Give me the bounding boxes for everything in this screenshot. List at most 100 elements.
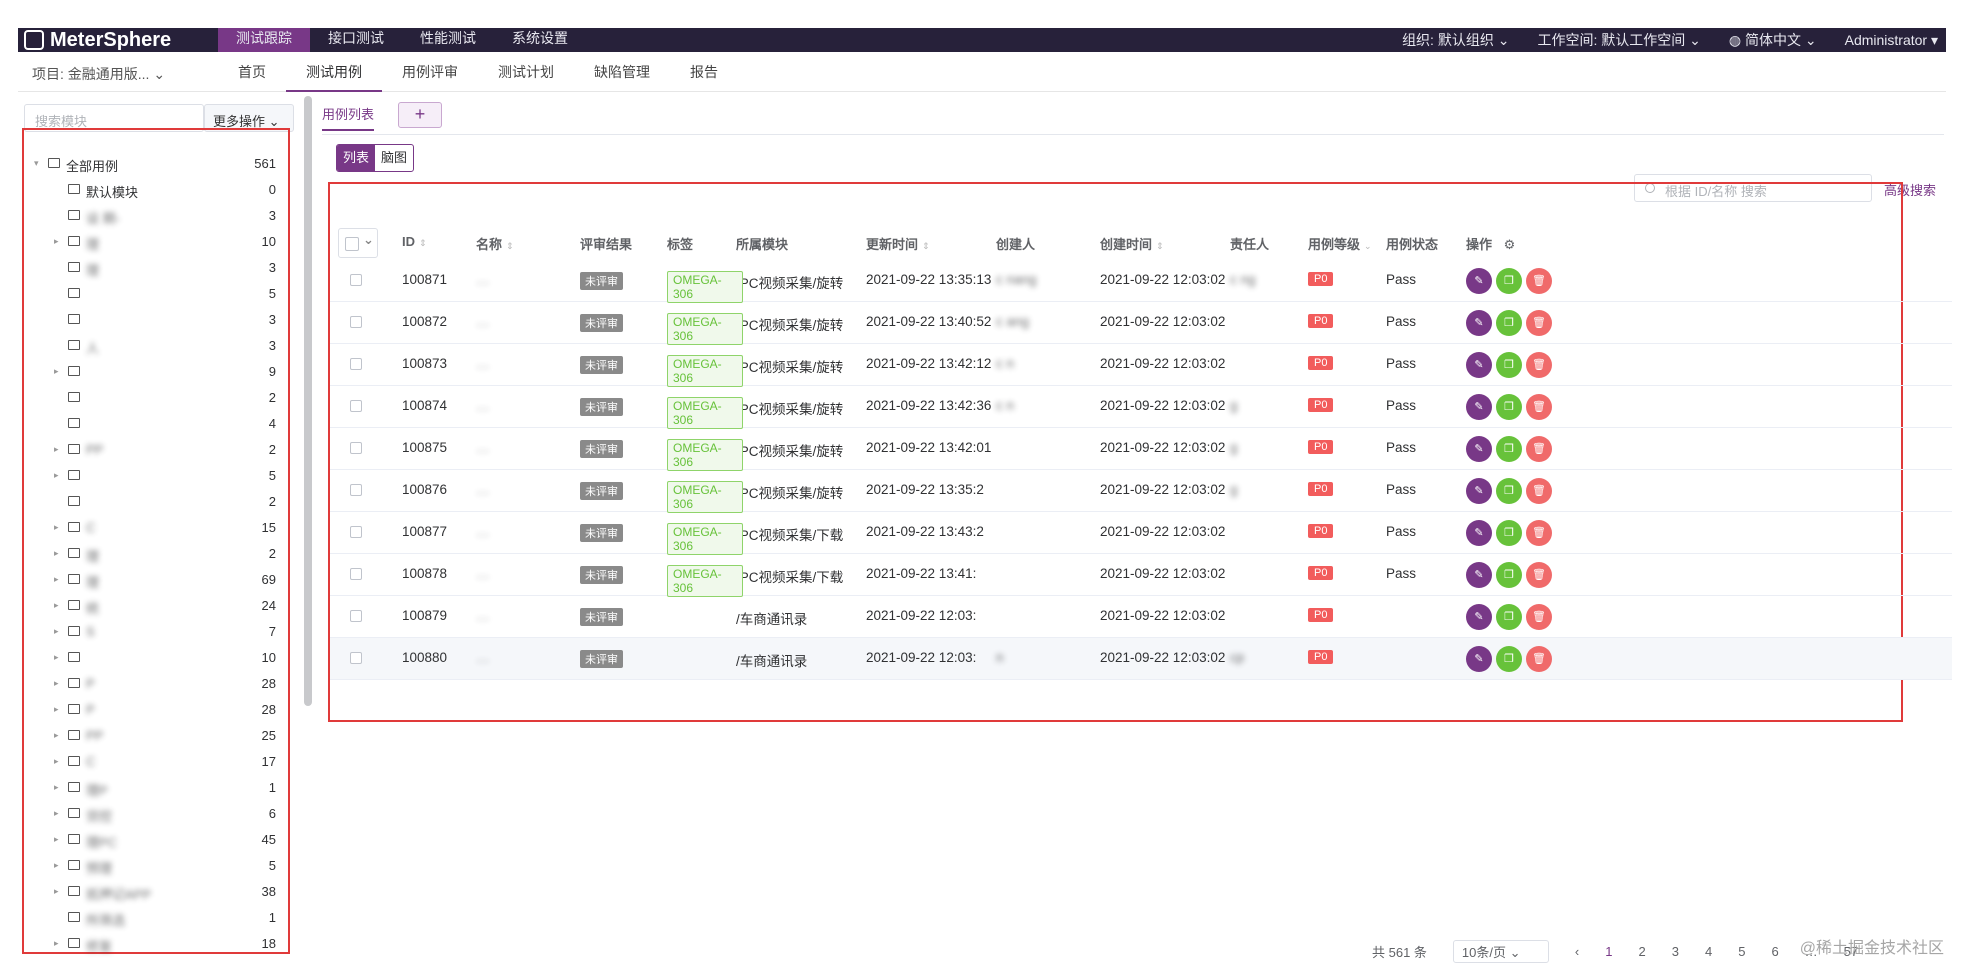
add-tab-button[interactable]: +	[398, 102, 442, 128]
view-mindmap-button[interactable]: 脑图	[375, 145, 413, 171]
row-checkbox[interactable]	[350, 316, 362, 328]
delete-icon[interactable]: 🗑	[1526, 394, 1552, 420]
tree-node[interactable]: ▸ P 28	[24, 672, 288, 698]
delete-icon[interactable]: 🗑	[1526, 268, 1552, 294]
table-row[interactable]: 100877 … /PC视频采集/下载 2021-09-22 13:43:2 2021-…	[330, 512, 1952, 555]
tree-node[interactable]: 理3	[24, 256, 288, 282]
tree-node[interactable]: 设 期- 3	[24, 204, 288, 230]
table-row[interactable]: 100878 … /PC视频采集/下载 2021-09-22 13:41: 2021-0…	[330, 554, 1952, 597]
edit-icon[interactable]: ✎	[1466, 352, 1492, 378]
caret-right-icon[interactable]: ▸	[54, 236, 59, 247]
caret-right-icon[interactable]: ▸	[54, 548, 59, 559]
header-name[interactable]: 名称 ⇕	[476, 234, 514, 253]
caret-right-icon[interactable]: ▸	[54, 600, 59, 611]
delete-icon[interactable]: 🗑	[1526, 436, 1552, 462]
edit-icon[interactable]: ✎	[1466, 562, 1492, 588]
workspace-selector[interactable]: 工作空间: 默认工作空间 ⌄	[1537, 30, 1700, 50]
caret-right-icon[interactable]: ▸	[54, 652, 59, 663]
copy-icon[interactable]: ❐	[1496, 352, 1522, 378]
page-4[interactable]: 4	[1705, 944, 1712, 959]
row-checkbox[interactable]	[350, 526, 362, 538]
page-6[interactable]: 6	[1771, 944, 1778, 959]
tab-case-list[interactable]: 用例列表	[322, 104, 375, 131]
tree-node[interactable]: ▸ 5	[24, 464, 288, 490]
tree-node[interactable]: 4	[24, 412, 288, 438]
edit-icon[interactable]: ✎	[1466, 478, 1492, 504]
org-selector[interactable]: 组织: 默认组织 ⌄	[1402, 30, 1509, 50]
tab-home[interactable]: 首页	[218, 52, 286, 92]
tree-node[interactable]: ▸ C 15	[24, 516, 288, 542]
table-row[interactable]: 100880 … /车商通讯录 2021-09-22 12:03: n 2021-09-…	[330, 638, 1952, 680]
header-id[interactable]: ID ⇕	[402, 234, 427, 249]
edit-icon[interactable]: ✎	[1466, 604, 1492, 630]
app-logo[interactable]: MeterSphere	[24, 28, 171, 52]
tree-node[interactable]: 2	[24, 386, 288, 412]
header-level[interactable]: 用例等级 ⌄	[1308, 234, 1372, 253]
copy-icon[interactable]: ❐	[1496, 646, 1522, 672]
delete-icon[interactable]: 🗑	[1526, 352, 1552, 378]
caret-right-icon[interactable]: ▸	[54, 808, 59, 819]
caret-right-icon[interactable]: ▸	[54, 834, 59, 845]
tree-node[interactable]: ▸ C 17	[24, 750, 288, 776]
copy-icon[interactable]: ❐	[1496, 520, 1522, 546]
gear-icon[interactable]: ⚙	[1504, 237, 1516, 252]
tree-node[interactable]: ▸ 理P 1	[24, 776, 288, 802]
tree-node[interactable]: ▸ 修复 18	[24, 932, 288, 958]
copy-icon[interactable]: ❐	[1496, 436, 1522, 462]
edit-icon[interactable]: ✎	[1466, 646, 1492, 672]
copy-icon[interactable]: ❐	[1496, 478, 1522, 504]
copy-icon[interactable]: ❐	[1496, 562, 1522, 588]
caret-right-icon[interactable]: ▸	[54, 574, 59, 585]
nav-system-settings[interactable]: 系统设置	[494, 28, 586, 52]
tree-node[interactable]: ▸ P 28	[24, 698, 288, 724]
nav-perf-test[interactable]: 性能测试	[402, 28, 494, 52]
caret-right-icon[interactable]: ▸	[54, 860, 59, 871]
tree-node[interactable]: 2	[24, 490, 288, 516]
page-3[interactable]: 3	[1672, 944, 1679, 959]
select-all-checkbox[interactable]	[338, 228, 378, 258]
tree-node[interactable]: 所筛选 1	[24, 906, 288, 932]
table-row[interactable]: 100872 … /PC视频采集/旋转 2021-09-22 13:40:52 c an…	[330, 302, 1952, 345]
tree-node[interactable]: ▸ 预理 5	[24, 854, 288, 880]
tree-node[interactable]: ▸ 理 2	[24, 542, 288, 568]
tree-node[interactable]: 3	[24, 308, 288, 334]
caret-right-icon[interactable]: ▸	[54, 522, 59, 533]
row-checkbox[interactable]	[350, 652, 362, 664]
header-updated[interactable]: 更新时间 ⇕	[866, 234, 930, 253]
tree-node[interactable]: ▸ S 7	[24, 620, 288, 646]
caret-right-icon[interactable]: ▸	[54, 444, 59, 455]
caret-right-icon[interactable]: ▸	[54, 470, 59, 481]
tree-node[interactable]: ▸ 理PC 45	[24, 828, 288, 854]
caret-right-icon[interactable]: ▸	[54, 938, 59, 949]
table-row[interactable]: 100871 … /PC视频采集/旋转 2021-09-22 13:35:13 c na…	[330, 260, 1952, 303]
tree-node[interactable]: ▸ 抵押记APP 38	[24, 880, 288, 906]
copy-icon[interactable]: ❐	[1496, 268, 1522, 294]
caret-right-icon[interactable]: ▸	[54, 626, 59, 637]
project-selector[interactable]: 项目: 金融通用版... ⌄	[32, 64, 165, 84]
copy-icon[interactable]: ❐	[1496, 310, 1522, 336]
nav-test-tracking[interactable]: 测试跟踪	[218, 28, 310, 52]
delete-icon[interactable]: 🗑	[1526, 646, 1552, 672]
copy-icon[interactable]: ❐	[1496, 604, 1522, 630]
caret-right-icon[interactable]: ▸	[54, 730, 59, 741]
row-checkbox[interactable]	[350, 400, 362, 412]
table-row[interactable]: 100879 … /车商通讯录 2021-09-22 12:03: 2021-09-22…	[330, 596, 1952, 638]
tab-report[interactable]: 报告	[670, 52, 738, 92]
tree-root[interactable]: ▾ 全部用例 561	[24, 152, 288, 178]
row-checkbox[interactable]	[350, 358, 362, 370]
delete-icon[interactable]: 🗑	[1526, 478, 1552, 504]
tree-node[interactable]: ▸ PP 2	[24, 438, 288, 464]
page-5[interactable]: 5	[1738, 944, 1745, 959]
header-created[interactable]: 创建时间 ⇕	[1100, 234, 1164, 253]
table-row[interactable]: 100875 … /PC视频采集/旋转 2021-09-22 13:42:01 2021…	[330, 428, 1952, 471]
tree-node[interactable]: ▸ 理 69	[24, 568, 288, 594]
caret-right-icon[interactable]: ▸	[54, 756, 59, 767]
tree-node[interactable]: ▸ 10	[24, 646, 288, 672]
tree-node[interactable]: 5	[24, 282, 288, 308]
caret-right-icon[interactable]: ▸	[54, 782, 59, 793]
tree-node[interactable]: ▸ 贷控 6	[24, 802, 288, 828]
row-checkbox[interactable]	[350, 484, 362, 496]
tab-case-review[interactable]: 用例评审	[382, 52, 478, 92]
edit-icon[interactable]: ✎	[1466, 268, 1492, 294]
view-list-button[interactable]: 列表	[337, 145, 376, 171]
